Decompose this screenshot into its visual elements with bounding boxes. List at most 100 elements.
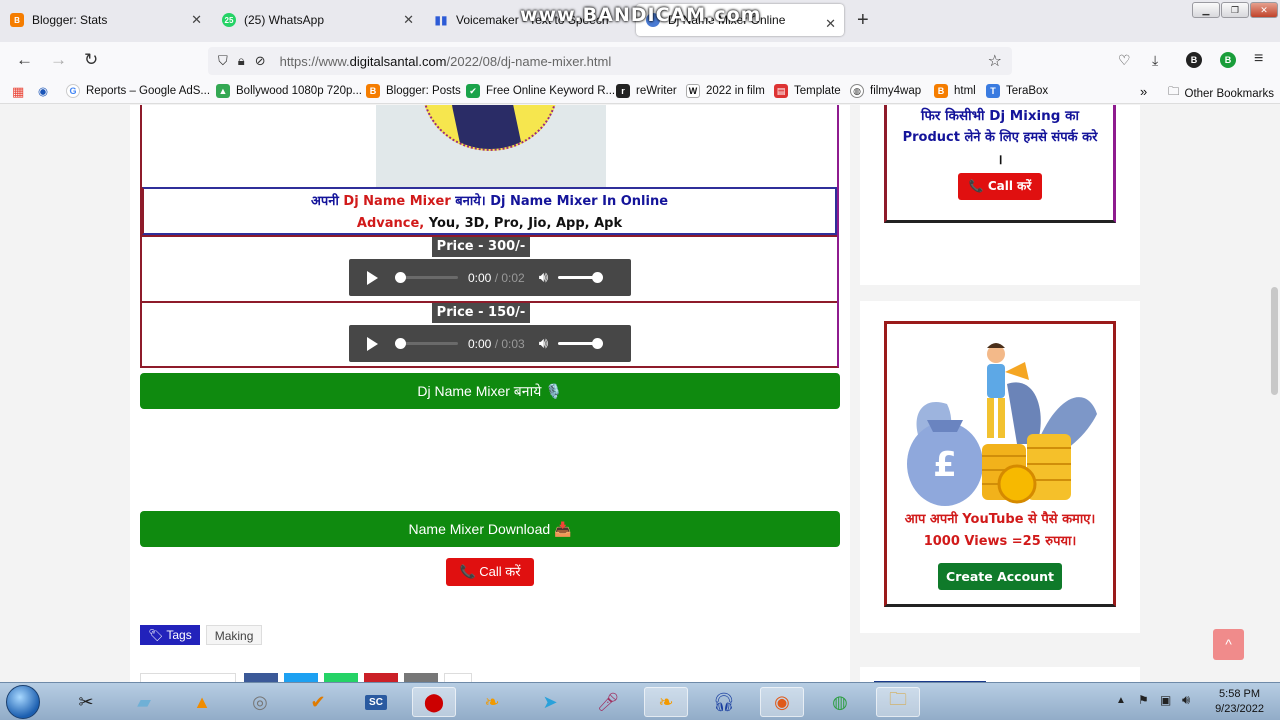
chrome-icon[interactable]: ◍: [818, 687, 862, 717]
pocket-icon[interactable]: ♡: [1118, 52, 1131, 69]
windows-taskbar: ✂ ▰ ▲ ◎ ✔ SC ⬤ ❧ ➤ 🎤︎ ❧ 🎧︎ ◉ ◍ 🗀 ▲ ⚑ ▣ 🔊…: [0, 682, 1280, 720]
tab-strip: B Blogger: Stats ✕ 25 (25) WhatsApp ✕ ▮▮…: [0, 0, 1280, 42]
seek-slider[interactable]: [395, 272, 458, 283]
create-account-button[interactable]: Create Account: [938, 563, 1062, 590]
audio-player[interactable]: 0:00 / 0:03 🔊︎: [349, 325, 631, 362]
downloads-icon[interactable]: ⤓: [1152, 52, 1158, 69]
wikipedia-icon: W: [686, 84, 700, 98]
fl-studio-icon[interactable]: ❧: [470, 687, 514, 717]
share-label-box: [140, 673, 236, 682]
network-icon[interactable]: ▣: [1160, 693, 1171, 707]
tags-label: 🏷︎ Tags: [140, 625, 200, 645]
shield-icon[interactable]: ⛉: [218, 53, 228, 69]
url-text[interactable]: https://www.digitalsantal.com/2022/08/dj…: [280, 54, 612, 69]
call-button[interactable]: 📞 Call करें: [446, 558, 534, 586]
youtube-earn-card: £ आप अपनी YouTube से पैसे कमाए। 1000 Vie…: [884, 321, 1116, 607]
make-dj-name-mixer-button[interactable]: Dj Name Mixer बनाये 🎙️: [140, 373, 840, 409]
bookmarks-bar: ▦ ◉ G Reports – Google AdS... ▲ Bollywood …: [0, 80, 1280, 104]
play-icon[interactable]: [367, 270, 378, 285]
vlc-icon[interactable]: ▲: [180, 687, 224, 717]
check-icon: ✔: [466, 84, 480, 98]
close-tab-icon[interactable]: ✕: [403, 12, 414, 28]
minimize-button[interactable]: ▁: [1192, 2, 1220, 18]
google-icon: G: [66, 84, 80, 98]
earn-money-illustration: £: [907, 343, 1097, 506]
bookmark-item[interactable]: G Reports – Google AdS...: [66, 84, 210, 98]
audio-tool-icon[interactable]: ◎: [238, 687, 282, 717]
bookmark-item[interactable]: W 2022 in film: [686, 84, 765, 98]
more-share-button[interactable]: [444, 673, 472, 682]
reading-icon[interactable]: ◉: [38, 84, 48, 98]
bookmark-star-icon[interactable]: ☆: [988, 51, 1002, 71]
clock[interactable]: 5:58 PM 9/23/2022: [1215, 687, 1264, 717]
firefox-icon[interactable]: ◉: [760, 687, 804, 717]
bandicam-icon[interactable]: ⬤: [412, 687, 456, 717]
blogger-icon: B: [366, 84, 380, 98]
bookmark-item[interactable]: ▲ Bollywood 1080p 720p...: [216, 84, 362, 98]
menu-icon[interactable]: ≡: [1254, 50, 1263, 68]
screencast-icon[interactable]: SC: [354, 687, 398, 717]
headphones-icon[interactable]: 🎧︎: [702, 687, 746, 717]
volume-slider[interactable]: [558, 338, 604, 349]
microphone-icon[interactable]: 🎤︎: [586, 687, 630, 717]
flag-icon[interactable]: ⚑: [1138, 693, 1149, 707]
fl-studio-icon[interactable]: ❧: [644, 687, 688, 717]
bookmark-item[interactable]: T TeraBox: [986, 84, 1048, 98]
bookmark-item[interactable]: r reWriter: [616, 84, 677, 98]
start-button[interactable]: [6, 685, 40, 719]
tab-blogger-stats[interactable]: B Blogger: Stats ✕: [0, 0, 210, 40]
show-hidden-icons[interactable]: ▲: [1116, 695, 1126, 706]
tab-whatsapp[interactable]: 25 (25) WhatsApp ✕: [212, 0, 422, 40]
other-bookmarks[interactable]: 🗀 Other Bookmarks: [1168, 84, 1274, 103]
forward-icon[interactable]: →: [50, 50, 67, 70]
name-mixer-download-button[interactable]: Name Mixer Download 📥: [140, 511, 840, 547]
overflow-chevron-icon[interactable]: »: [1140, 84, 1147, 99]
sidebar-call-button[interactable]: 📞 Call करें: [958, 173, 1042, 200]
extension-avatar[interactable]: B: [1220, 52, 1236, 68]
volume-icon[interactable]: 🔊︎: [539, 269, 548, 286]
facebook-share-button[interactable]: [244, 673, 278, 682]
close-tab-icon[interactable]: ✕: [191, 12, 202, 28]
telegram-icon[interactable]: ➤: [528, 687, 572, 717]
tab-label: (25) WhatsApp: [244, 13, 325, 27]
maximize-button[interactable]: ❐: [1221, 2, 1249, 18]
volume-icon[interactable]: 🔊︎: [1182, 692, 1190, 708]
price-row-300: Price - 300/- 0:00 / 0:02 🔊︎: [142, 235, 837, 301]
back-to-top-button[interactable]: ^: [1213, 629, 1244, 660]
back-icon[interactable]: ←: [16, 50, 33, 70]
tracking-blocked-icon[interactable]: ⊘: [255, 53, 266, 69]
product-title: अपनी Dj Name Mixer बनाये। Dj Name Mixer …: [142, 187, 837, 235]
file-explorer-icon[interactable]: 🗀: [876, 687, 920, 717]
bookmark-item[interactable]: B Blogger: Posts: [366, 84, 461, 98]
audio-player[interactable]: 0:00 / 0:02 🔊︎: [349, 259, 631, 296]
lock-icon[interactable]: 🔒︎: [238, 53, 245, 69]
close-window-button[interactable]: ✕: [1250, 2, 1278, 18]
play-icon[interactable]: [367, 336, 378, 351]
snipping-tool-icon[interactable]: ✂: [64, 687, 108, 717]
scrollbar[interactable]: [1268, 105, 1280, 682]
seek-slider[interactable]: [395, 338, 458, 349]
notepad-icon[interactable]: ▰: [122, 687, 166, 717]
profile-avatar[interactable]: B: [1186, 52, 1202, 68]
sidebar-widget-youtube: £ आप अपनी YouTube से पैसे कमाए। 1000 Vie…: [860, 301, 1140, 633]
tag-making[interactable]: Making: [205, 625, 263, 645]
whatsapp-share-button[interactable]: [324, 673, 358, 682]
apps-grid-icon[interactable]: ▦: [12, 84, 24, 100]
checklist-icon[interactable]: ✔: [296, 687, 340, 717]
twitter-share-button[interactable]: [284, 673, 318, 682]
bookmark-item[interactable]: ✔ Free Online Keyword R...: [466, 84, 615, 98]
address-bar[interactable]: ⛉ 🔒︎ ⊘ https://www.digitalsantal.com/202…: [208, 47, 1012, 75]
whatsapp-icon: 25: [222, 13, 236, 27]
volume-icon[interactable]: 🔊︎: [539, 335, 548, 352]
new-tab-button[interactable]: +: [857, 9, 869, 32]
close-tab-icon[interactable]: ✕: [825, 16, 836, 32]
price-label: Price - 150/-: [432, 303, 530, 323]
bookmark-item[interactable]: ◍ filmy4wap: [850, 84, 921, 98]
email-share-button[interactable]: [404, 673, 438, 682]
bookmark-item[interactable]: ▤ Template: [774, 84, 841, 98]
bookmark-item[interactable]: Bhtml: [934, 84, 976, 98]
volume-slider[interactable]: [558, 272, 604, 283]
pinterest-share-button[interactable]: [364, 673, 398, 682]
recording-watermark: www.BANDICAM.com: [520, 4, 762, 26]
reload-icon[interactable]: ↻: [84, 50, 98, 70]
